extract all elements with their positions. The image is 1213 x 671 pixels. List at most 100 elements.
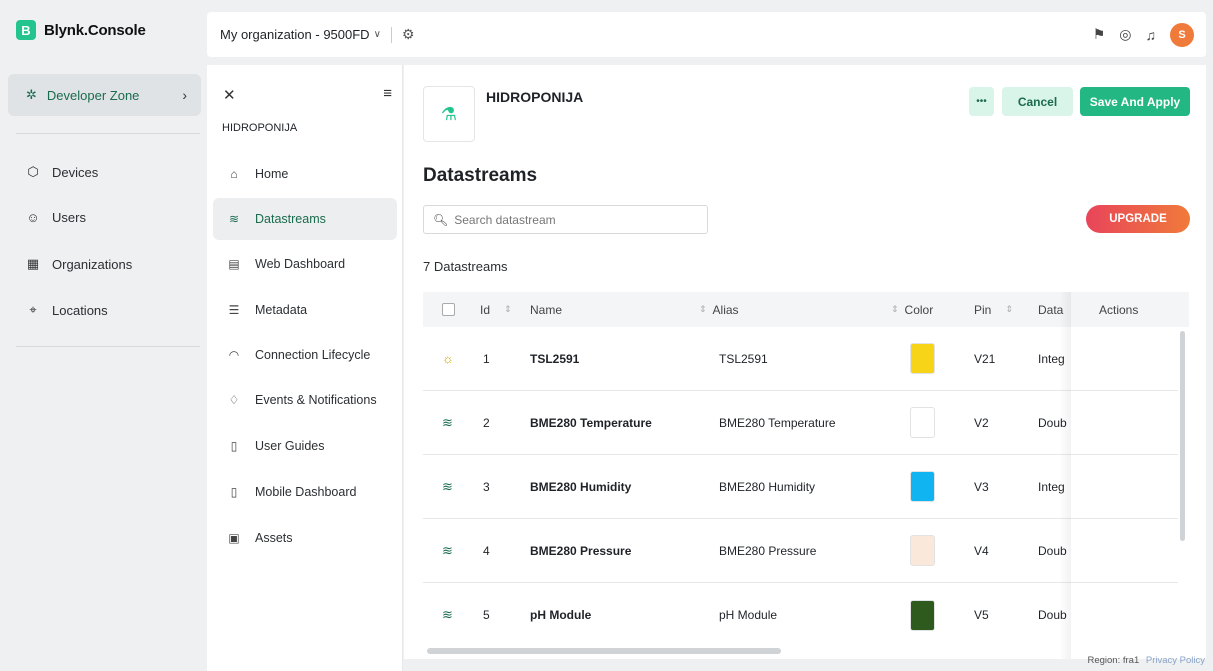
tab-metadata[interactable]: ☰ Metadata — [213, 289, 397, 331]
template-image[interactable]: ⚗ — [423, 86, 475, 142]
cell-pin: V5 — [974, 608, 989, 622]
tab-assets[interactable]: ▣ Assets — [213, 517, 397, 559]
cell-name: BME280 Humidity — [530, 479, 632, 494]
color-swatch — [910, 343, 935, 374]
column-header-label: Name — [530, 302, 563, 317]
list-icon: ☰ — [228, 303, 240, 317]
nav-item-locations[interactable]: ⌖ Locations — [26, 302, 108, 318]
tab-user-guides[interactable]: ▯ User Guides — [213, 425, 397, 467]
column-header-label: Color — [904, 302, 934, 317]
sort-icon: ⇕ — [891, 304, 899, 314]
phone-icon: ▯ — [230, 485, 238, 499]
cell-id: 3 — [483, 479, 490, 494]
vertical-scrollbar[interactable] — [1180, 331, 1185, 541]
datastream-icon: ≋ — [442, 607, 453, 622]
tab-mobile-dashboard[interactable]: ▯ Mobile Dashboard — [213, 471, 397, 513]
nav-item-users[interactable]: ☺ Users — [26, 210, 86, 225]
nav-item-label: Locations — [52, 302, 108, 318]
cube-icon: ⬡ — [27, 164, 39, 179]
tab-label: Web Dashboard — [255, 257, 346, 271]
horizontal-scrollbar[interactable] — [427, 648, 781, 654]
table-header: Id ⇕ Name ⇕ Alias ⇕ Color Pin ⇕ Data Act… — [423, 292, 1189, 327]
tab-label: Events & Notifications — [255, 393, 377, 407]
cell-name: BME280 Pressure — [530, 543, 632, 558]
cell-alias: BME280 Pressure — [719, 543, 817, 558]
column-header-id[interactable]: Id ⇕ — [480, 292, 518, 327]
cell-alias: TSL2591 — [719, 351, 768, 366]
gear-icon[interactable]: ⚙ — [402, 26, 415, 43]
tab-connection-lifecycle[interactable]: ◠ Connection Lifecycle — [213, 334, 397, 376]
brand-badge: B — [16, 20, 36, 40]
nav-item-organizations[interactable]: ▦ Organizations — [26, 256, 132, 272]
cell-color — [910, 455, 935, 518]
column-header-pin[interactable]: Pin ⇕ — [974, 292, 1019, 327]
page-title: Datastreams — [423, 165, 538, 186]
divider — [390, 26, 392, 43]
save-and-apply-button[interactable]: Save And Apply — [1080, 87, 1190, 116]
nav-item-label: Users — [52, 210, 86, 225]
nav-item-label: Devices — [52, 164, 99, 180]
tab-label: User Guides — [255, 439, 325, 453]
cell-pin: V4 — [974, 543, 989, 558]
datastream-icon: ≋ — [442, 414, 453, 430]
tab-events-notifications[interactable]: ♢ Events & Notifications — [213, 379, 397, 421]
datastream-icon: ≋ — [442, 478, 453, 494]
cell-pin: V21 — [974, 351, 996, 366]
tab-home[interactable]: ⌂ Home — [213, 153, 397, 195]
cell-pin: V3 — [974, 479, 989, 494]
datastream-icon: ≋ — [228, 212, 240, 226]
cell-alias: BME280 Humidity — [719, 479, 816, 494]
search-box[interactable]: 🔍︎ — [423, 205, 708, 234]
divider — [16, 133, 200, 134]
upgrade-button[interactable]: UPGRADE — [1086, 205, 1190, 233]
datastream-count: 7 Datastreams — [423, 259, 508, 274]
color-swatch — [910, 535, 935, 566]
brand-name: Blynk.Console — [44, 21, 146, 39]
users-icon: ☺ — [26, 210, 40, 225]
menu-icon[interactable]: ≡ — [383, 85, 392, 102]
sort-icon: ⇕ — [504, 304, 512, 314]
more-options-button[interactable]: ••• — [969, 87, 994, 116]
privacy-policy-link[interactable]: Privacy Policy — [1146, 655, 1205, 666]
column-header-alias[interactable]: ⇕ Alias — [699, 292, 739, 327]
template-sidebar: ✕ ≡ HIDROPONIJA ⌂ Home ≋ Datastreams ▤ W… — [207, 65, 403, 671]
location-pin-icon: ⌖ — [29, 302, 37, 317]
footer: Region: fra1 Privacy Policy — [1087, 655, 1205, 666]
sort-icon: ⇕ — [699, 304, 707, 314]
column-header-color[interactable]: ⇕ Color — [891, 292, 933, 327]
close-icon[interactable]: ✕ — [223, 86, 236, 104]
column-header-actions: Actions — [1099, 292, 1138, 327]
color-swatch — [910, 471, 935, 502]
nav-item-devices[interactable]: ⬡ Devices — [26, 164, 98, 180]
cancel-button[interactable]: Cancel — [1002, 87, 1073, 116]
app-nav: B Blynk.Console ✲ Developer Zone › ⬡ Dev… — [0, 0, 206, 671]
notification-bell-icon[interactable]: ♫ — [1146, 27, 1157, 43]
cell-color — [910, 391, 935, 454]
cell-alias: pH Module — [719, 608, 778, 622]
cell-color — [910, 327, 935, 390]
developer-zone-label: Developer Zone — [46, 87, 140, 103]
cell-color — [910, 583, 935, 647]
sun-icon: ☼ — [442, 351, 454, 366]
region-label: Region: fra1 — [1087, 655, 1140, 666]
help-icon[interactable]: ◎ — [1119, 26, 1131, 43]
cell-id: 1 — [483, 351, 490, 366]
tab-datastreams[interactable]: ≋ Datastreams — [213, 198, 397, 240]
tab-web-dashboard[interactable]: ▤ Web Dashboard — [213, 243, 397, 285]
avatar[interactable]: S — [1170, 22, 1194, 47]
divider — [16, 346, 200, 347]
organization-select[interactable]: My organization - 9500FD ∨ — [220, 27, 381, 42]
tab-label: Mobile Dashboard — [255, 485, 357, 499]
developer-zone-button[interactable]: ✲ Developer Zone › — [8, 74, 201, 116]
color-swatch — [910, 599, 935, 631]
column-header-label: Actions — [1099, 302, 1139, 317]
cell-id: 4 — [483, 543, 490, 558]
brand-logo[interactable]: B Blynk.Console — [16, 20, 146, 40]
home-icon: ⌂ — [230, 167, 238, 181]
tab-label: Home — [255, 167, 289, 181]
announcement-icon[interactable]: ⚑ — [1093, 26, 1106, 43]
search-icon: 🔍︎ — [433, 212, 449, 227]
search-input[interactable] — [454, 212, 695, 227]
column-header-name[interactable]: Name — [530, 292, 562, 327]
select-all-checkbox[interactable] — [442, 303, 455, 316]
